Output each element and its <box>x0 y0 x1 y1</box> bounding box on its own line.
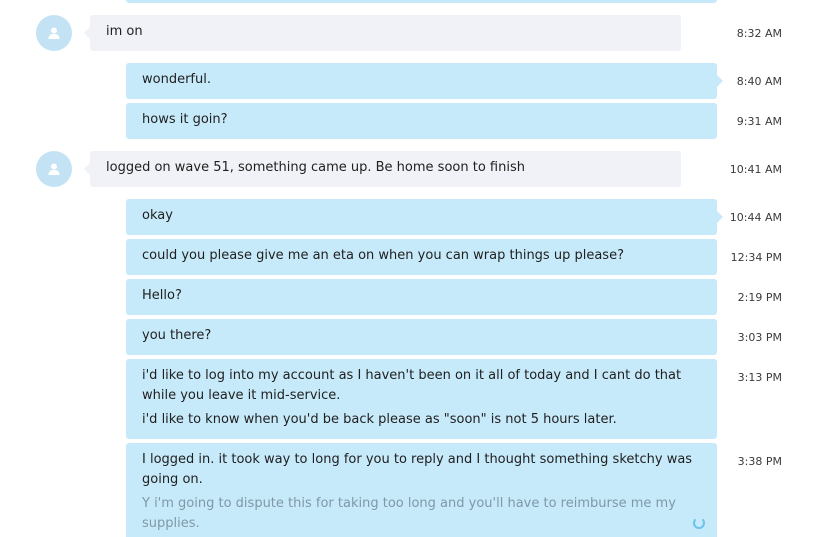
contact-avatar[interactable] <box>36 15 72 51</box>
message-text-continuation: i'd like to know when you'd be back plea… <box>142 412 617 427</box>
message-text: okay <box>142 208 173 223</box>
outgoing-message[interactable]: i'd like to log into my account as I hav… <box>126 359 717 439</box>
message-timestamp: 9:31 AM <box>736 115 782 128</box>
outgoing-message[interactable]: Hello? <box>126 279 717 315</box>
user-silhouette-icon <box>48 163 60 175</box>
bubble-tail <box>717 211 723 223</box>
outgoing-message[interactable]: okay <box>126 199 723 235</box>
outgoing-message[interactable]: could you please give me an eta on when … <box>126 239 717 275</box>
message-text: im on <box>106 24 143 39</box>
chat-conversation: im on 8:32 AM wonderful. 8:40 AM hows it… <box>0 0 835 537</box>
outgoing-message[interactable]: wonderful. <box>126 63 723 99</box>
message-timestamp: 3:03 PM <box>737 331 782 344</box>
message-timestamp: 8:40 AM <box>736 75 782 88</box>
contact-avatar[interactable] <box>36 151 72 187</box>
message-bubble-partial[interactable] <box>126 0 717 3</box>
incoming-message[interactable]: im on <box>84 15 681 51</box>
pending-message-text: Y i'm going to dispute this for taking t… <box>142 496 676 531</box>
bubble-tail <box>84 27 90 39</box>
incoming-message[interactable]: logged on wave 51, something came up. Be… <box>84 151 681 187</box>
bubble-tail <box>84 163 90 175</box>
message-text: could you please give me an eta on when … <box>142 248 624 263</box>
message-text: I logged in. it took way to long for you… <box>142 452 693 487</box>
outgoing-message[interactable]: you there? <box>126 319 717 355</box>
message-timestamp: 12:34 PM <box>730 251 782 264</box>
user-silhouette-icon <box>48 27 60 39</box>
message-text: i'd like to log into my account as I hav… <box>142 368 682 403</box>
loading-spinner-icon <box>693 517 705 529</box>
bubble-tail <box>717 75 723 87</box>
message-timestamp: 8:32 AM <box>736 27 782 40</box>
message-timestamp: 2:19 PM <box>737 291 782 304</box>
outgoing-message[interactable]: I logged in. it took way to long for you… <box>126 443 717 537</box>
message-timestamp: 10:41 AM <box>729 163 782 176</box>
message-timestamp: 3:13 PM <box>737 371 782 384</box>
message-timestamp: 3:38 PM <box>737 455 782 468</box>
message-timestamp: 10:44 AM <box>729 211 782 224</box>
message-text: Hello? <box>142 288 182 303</box>
outgoing-message[interactable]: hows it goin? <box>126 103 717 139</box>
message-text: you there? <box>142 328 212 343</box>
message-text: logged on wave 51, something came up. Be… <box>106 160 525 175</box>
message-text: hows it goin? <box>142 112 228 127</box>
message-text: wonderful. <box>142 72 211 87</box>
